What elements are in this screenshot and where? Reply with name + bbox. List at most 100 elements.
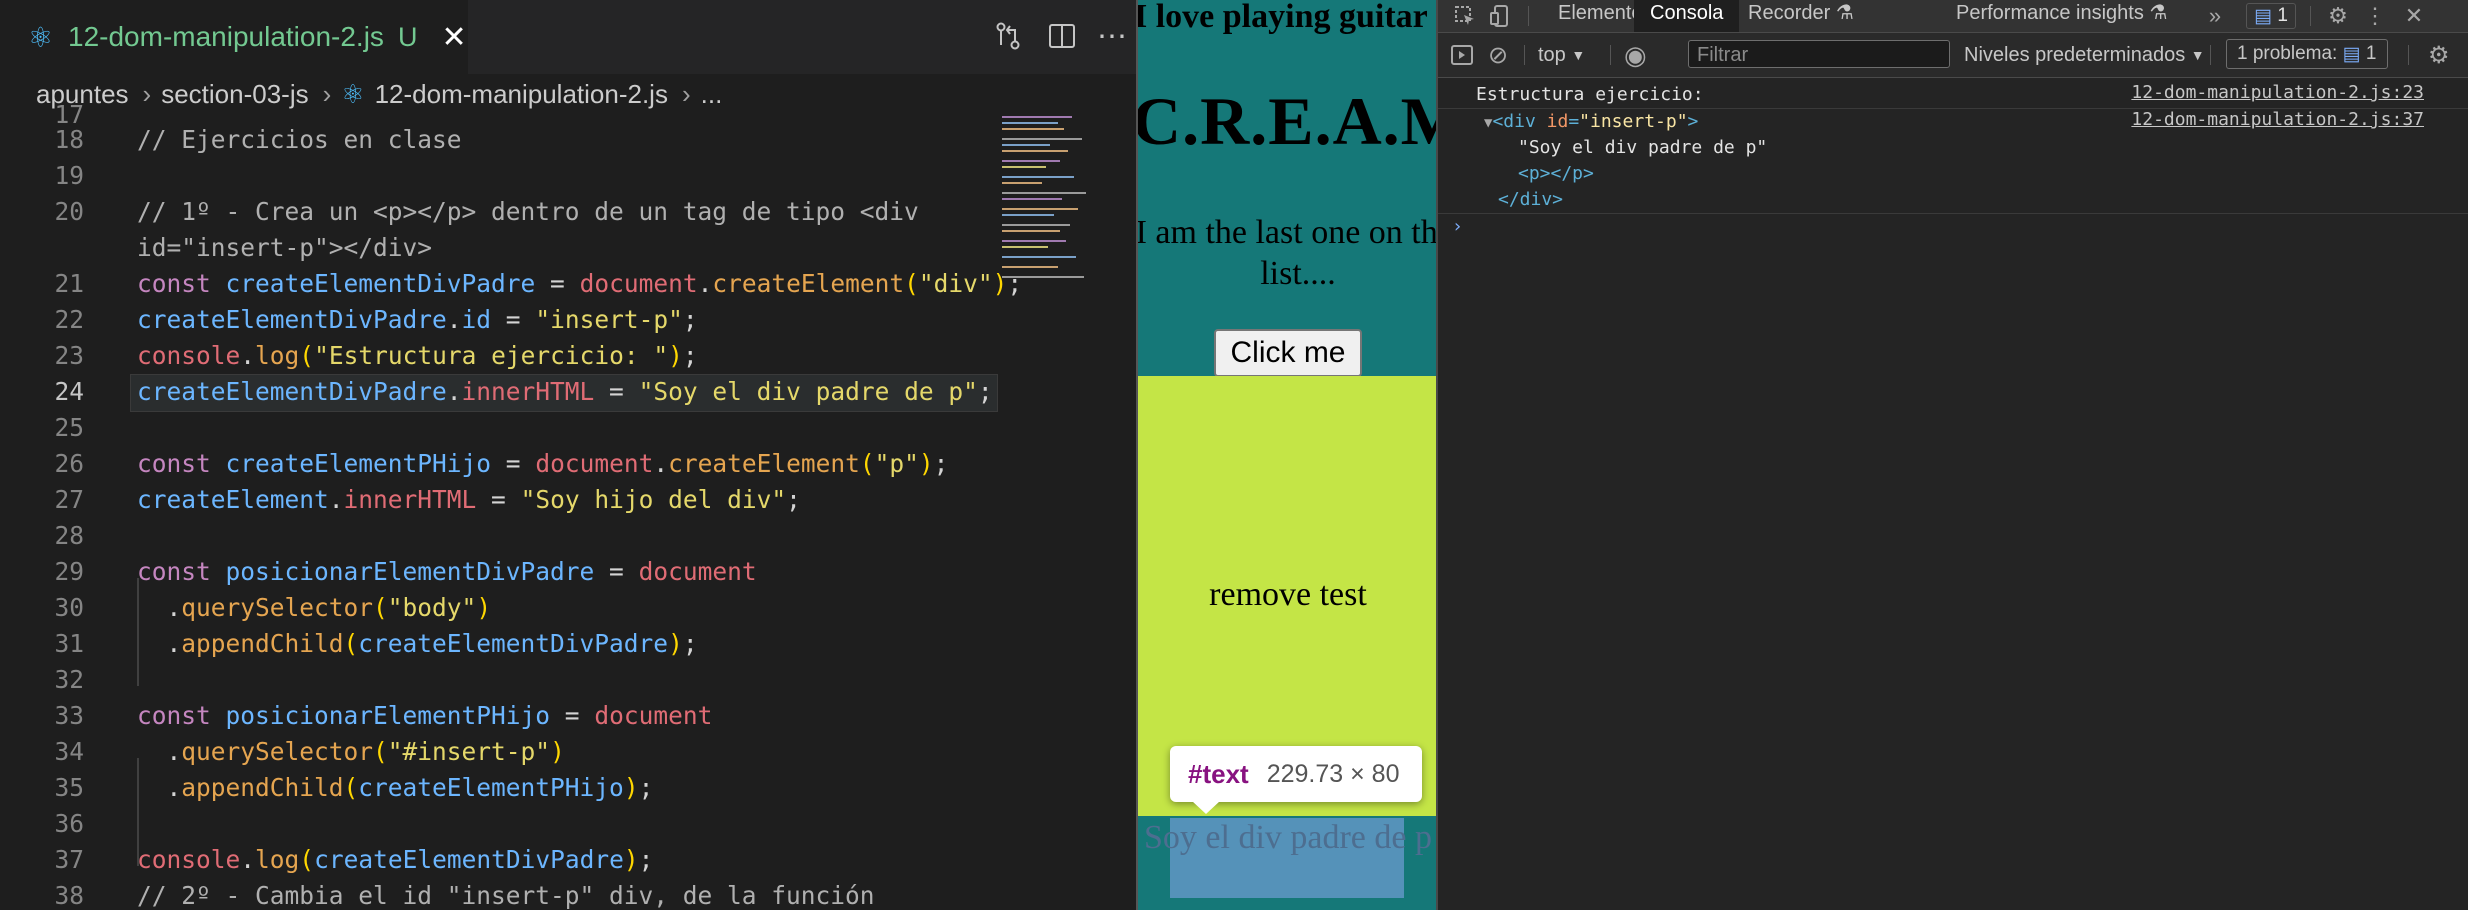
line-number: 27 bbox=[54, 485, 84, 514]
line-number: 19 bbox=[54, 161, 84, 190]
line-number: 38 bbox=[54, 881, 84, 910]
console-settings-gear-icon[interactable]: ⚙ bbox=[2428, 33, 2450, 77]
line-number: 20 bbox=[54, 197, 84, 226]
line-number: 29 bbox=[54, 557, 84, 586]
code-line: createElementDivPadre.innerHTML = "Soy e… bbox=[137, 377, 993, 406]
indent-guide bbox=[137, 758, 139, 866]
line-number: 25 bbox=[54, 413, 84, 442]
dropdown-arrow-icon: ▼ bbox=[1571, 47, 1586, 63]
code-comment: // 2º - Cambia el id "insert-p" div, de … bbox=[137, 881, 875, 910]
line-number: 37 bbox=[54, 845, 84, 874]
line-number: 33 bbox=[54, 701, 84, 730]
line-number: 31 bbox=[54, 629, 84, 658]
flask-icon: ⚗ bbox=[1835, 2, 1854, 24]
tab-recorder[interactable]: Recorder ⚗ bbox=[1738, 0, 1864, 32]
js-file-icon: ⚛ bbox=[341, 78, 365, 109]
code-line: const createElementPHijo = document.crea… bbox=[137, 449, 949, 478]
split-editor-icon[interactable] bbox=[1040, 14, 1084, 58]
line-number: 26 bbox=[54, 449, 84, 478]
line-number: 28 bbox=[54, 521, 84, 550]
dom-text-node[interactable]: "Soy el div padre de p" bbox=[1438, 135, 2468, 161]
breadcrumb-symbol[interactable]: ... bbox=[701, 79, 723, 110]
console-source-link[interactable]: 12-dom-manipulation-2.js:37 bbox=[2131, 109, 2424, 130]
inspect-element-icon[interactable] bbox=[1448, 0, 1482, 32]
code-line: .querySelector("#insert-p") bbox=[137, 737, 565, 766]
close-tab-icon[interactable]: ✕ bbox=[441, 20, 466, 55]
tooltip-arrow bbox=[1192, 801, 1220, 814]
eye-icon[interactable]: ◉ bbox=[1624, 33, 1647, 77]
device-toolbar-icon[interactable] bbox=[1484, 0, 1518, 32]
chevron-right-icon: › bbox=[322, 78, 332, 109]
line-number: 22 bbox=[54, 305, 84, 334]
line-number: 18 bbox=[54, 125, 84, 154]
code-comment-continued: id="insert-p"></div> bbox=[137, 233, 433, 262]
tab-consola[interactable]: Consola bbox=[1634, 0, 1740, 32]
kebab-menu-icon[interactable]: ⋮ bbox=[2362, 0, 2388, 32]
minimap[interactable] bbox=[1002, 114, 1122, 284]
console-filter-input[interactable]: Filtrar bbox=[1688, 40, 1950, 68]
js-file-icon: ⚛ bbox=[28, 21, 54, 53]
flask-icon: ⚗ bbox=[2149, 2, 2168, 24]
code-line: .appendChild(createElementPHijo); bbox=[137, 773, 654, 802]
tab-performance-insights[interactable]: Performance insights ⚗ bbox=[1946, 0, 2177, 32]
indent-guide bbox=[137, 578, 139, 686]
line-number: 17 bbox=[54, 100, 84, 129]
dropdown-arrow-icon: ▼ bbox=[2190, 47, 2205, 63]
source-control-compare-icon[interactable] bbox=[986, 14, 1030, 58]
line-number: 36 bbox=[54, 809, 84, 838]
editor-tab[interactable]: ⚛ 12-dom-manipulation-2.js U ✕ bbox=[0, 0, 468, 74]
console-output: Estructura ejercicio: 12-dom-manipulatio… bbox=[1438, 78, 2468, 240]
more-actions-icon[interactable]: ⋯ bbox=[1090, 14, 1134, 58]
line-number: 24 bbox=[54, 377, 84, 406]
chevron-right-icon: › bbox=[681, 78, 691, 109]
code-line: createElementDivPadre.id = "insert-p"; bbox=[137, 305, 698, 334]
console-source-link[interactable]: 12-dom-manipulation-2.js:23 bbox=[2131, 82, 2424, 103]
code-line: const posicionarElementPHijo = document bbox=[137, 701, 713, 730]
line-number: 34 bbox=[54, 737, 84, 766]
line-number: 32 bbox=[54, 665, 84, 694]
code-comment: // Ejercicios en clase bbox=[137, 125, 462, 154]
page-heading-large: C.R.E.A.M bbox=[1136, 83, 1438, 159]
log-levels-dropdown[interactable]: Niveles predeterminados ▼ bbox=[1964, 33, 2205, 77]
issues-badge[interactable]: ▤ 1 bbox=[2246, 3, 2296, 29]
sidebar-toggle-icon[interactable] bbox=[1450, 33, 1474, 77]
click-me-button[interactable]: Click me bbox=[1214, 329, 1362, 377]
page-paragraph: I am the last one on this list.... bbox=[1136, 214, 1438, 292]
message-icon: ▤ bbox=[2254, 5, 2273, 27]
line-number: 35 bbox=[54, 773, 84, 802]
console-message: 12-dom-manipulation-2.js:37 ▼<div id="in… bbox=[1438, 109, 2468, 214]
breadcrumb-file[interactable]: 12-dom-manipulation-2.js bbox=[375, 79, 668, 110]
code-line: .querySelector("body") bbox=[137, 593, 492, 622]
editor-tab-bar: ⚛ 12-dom-manipulation-2.js U ✕ ⋯ bbox=[0, 0, 1136, 74]
clear-console-icon[interactable]: ⊘ bbox=[1488, 33, 1508, 77]
code-area[interactable]: 17 18 // Ejercicios en clase 19 20 // 1º -… bbox=[0, 100, 1022, 910]
inserted-div-text: Soy el div padre de p bbox=[1144, 819, 1432, 856]
code-editor[interactable]: ⚛ 12-dom-manipulation-2.js U ✕ ⋯ apuntes… bbox=[0, 0, 1136, 910]
breadcrumb-folder-section[interactable]: section-03-js bbox=[161, 79, 308, 110]
console-prompt[interactable]: › bbox=[1438, 214, 2468, 240]
context-selector[interactable]: top ▼ bbox=[1538, 33, 1585, 77]
chevron-right-icon: › bbox=[142, 78, 152, 109]
problems-counter[interactable]: 1 problema: ▤ 1 bbox=[2226, 39, 2388, 69]
untracked-badge: U bbox=[397, 21, 418, 52]
dom-node-div-close: </div> bbox=[1498, 189, 1564, 210]
line-number: 23 bbox=[54, 341, 84, 370]
remove-test-text: remove test bbox=[1209, 576, 1367, 613]
devtools-tab-bar: Elementos Consola Recorder ⚗ Performance… bbox=[1438, 0, 2468, 33]
page-heading-small: I love playing guitar bbox=[1136, 0, 1428, 35]
tooltip-node-name: #text bbox=[1188, 758, 1249, 789]
code-line: createElement.innerHTML = "Soy hijo del … bbox=[137, 485, 801, 514]
line-number: 21 bbox=[54, 269, 84, 298]
code-comment: // 1º - Crea un <p></p> dentro de un tag… bbox=[137, 197, 919, 226]
dom-node-p[interactable]: <p></p> bbox=[1438, 161, 2468, 187]
more-tabs-icon[interactable]: » bbox=[2200, 0, 2230, 32]
prompt-chevron-icon: › bbox=[1452, 216, 1463, 237]
code-line: console.log("Estructura ejercicio: "); bbox=[137, 341, 698, 370]
settings-gear-icon[interactable]: ⚙ bbox=[2322, 0, 2354, 32]
code-line: const posicionarElementDivPadre = docume… bbox=[137, 557, 757, 586]
devtools-panel: Elementos Consola Recorder ⚗ Performance… bbox=[1436, 0, 2468, 910]
close-devtools-icon[interactable]: ✕ bbox=[2398, 0, 2430, 32]
code-line: console.log(createElementDivPadre); bbox=[137, 845, 654, 874]
code-line: .appendChild(createElementDivPadre); bbox=[137, 629, 698, 658]
tooltip-node-size: 229.73 × 80 bbox=[1266, 759, 1400, 788]
